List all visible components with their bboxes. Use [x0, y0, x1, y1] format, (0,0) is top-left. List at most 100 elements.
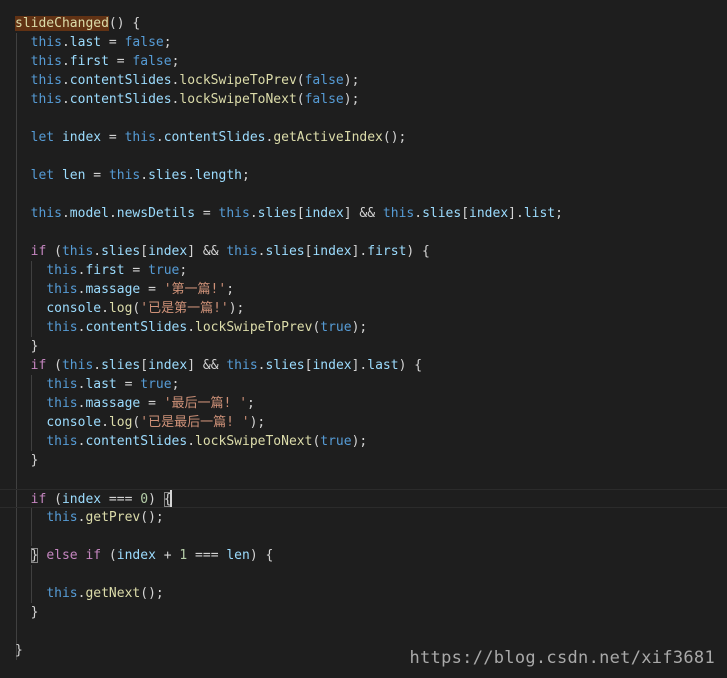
token-var: index: [61, 130, 102, 145]
code-line[interactable]: [0, 470, 727, 489]
token-var: first: [85, 263, 125, 278]
token-pun: ].: [351, 358, 368, 373]
code-line[interactable]: this.first = true;: [0, 261, 727, 280]
token-var: console: [46, 415, 102, 430]
code-line[interactable]: let index = this.contentSlides.getActive…: [0, 128, 727, 147]
code-editor[interactable]: slideChanged() { this.last = false; this…: [0, 0, 727, 678]
code-line[interactable]: [0, 185, 727, 204]
token-pun: ;: [171, 54, 180, 69]
token-pun: }: [30, 605, 39, 620]
code-line[interactable]: this.model.newsDetils = this.slies[index…: [0, 204, 727, 223]
token-pun: (: [296, 92, 305, 107]
token-var: massage: [85, 396, 141, 411]
token-kw: this: [46, 434, 78, 449]
token-pun: ===: [187, 548, 227, 563]
token-pun: .: [155, 130, 164, 145]
code-line[interactable]: }: [0, 337, 727, 356]
code-line[interactable]: [0, 565, 727, 584]
code-line[interactable]: [0, 147, 727, 166]
token-pun: .: [257, 358, 266, 373]
token-var: index: [469, 206, 509, 221]
token-pun: (: [46, 492, 62, 507]
code-line[interactable]: this.contentSlides.lockSwipeToNext(true)…: [0, 432, 727, 451]
token-pun: );: [351, 434, 368, 449]
token-fn: getNext: [85, 586, 141, 601]
token-pun: ();: [140, 586, 164, 601]
code-line[interactable]: }: [0, 603, 727, 622]
code-line[interactable]: [0, 223, 727, 242]
token-pun: .: [108, 206, 117, 221]
code-line[interactable]: console.log('已是第一篇!');: [0, 299, 727, 318]
token-fn: log: [108, 415, 133, 430]
token-pun: ) {: [249, 548, 274, 563]
token-var: index: [312, 244, 352, 259]
token-pun: .: [257, 244, 266, 259]
code-line[interactable]: this.getNext();: [0, 584, 727, 603]
code-line[interactable]: this.contentSlides.lockSwipeToPrev(true)…: [0, 318, 727, 337]
code-line[interactable]: [0, 527, 727, 546]
token-var: list: [523, 206, 556, 221]
token-pun: }: [15, 643, 23, 658]
token-pun: [54, 168, 62, 183]
token-kw: this: [46, 510, 78, 525]
token-var: last: [367, 358, 399, 373]
token-pun: ;: [179, 263, 188, 278]
code-line[interactable]: this.massage = '最后一篇! ';: [0, 394, 727, 413]
token-fn: slideChanged: [15, 16, 109, 31]
code-line[interactable]: this.getPrev();: [0, 508, 727, 527]
token-ctl: if: [30, 244, 47, 259]
code-line[interactable]: }: [0, 451, 727, 470]
code-line[interactable]: if (this.slies[index] && this.slies[inde…: [0, 242, 727, 261]
code-line[interactable]: this.first = false;: [0, 52, 727, 71]
code-line[interactable]: this.massage = '第一篇!';: [0, 280, 727, 299]
token-pun: +: [155, 548, 180, 563]
code-line[interactable]: if (this.slies[index] && this.slies[inde…: [0, 356, 727, 375]
token-kw: this: [30, 92, 62, 107]
code-line[interactable]: [0, 622, 727, 641]
token-pun: );: [228, 301, 245, 316]
code-line[interactable]: [0, 109, 727, 128]
token-pun: );: [249, 415, 266, 430]
token-var: console: [46, 301, 102, 316]
token-var: len: [61, 168, 86, 183]
code-line[interactable]: this.last = false;: [0, 33, 727, 52]
token-var: slies: [101, 244, 141, 259]
token-kw: true: [320, 434, 352, 449]
code-line[interactable]: } else if (index + 1 === len) {: [0, 546, 727, 565]
token-pun: .: [61, 54, 70, 69]
code-line-current[interactable]: if (index === 0) {: [0, 489, 727, 508]
token-ctl: if: [30, 492, 47, 507]
code-line[interactable]: slideChanged() {: [0, 14, 727, 33]
code-line[interactable]: this.last = true;: [0, 375, 727, 394]
token-var: index: [312, 358, 352, 373]
token-var: slies: [148, 168, 188, 183]
token-var: index: [304, 206, 344, 221]
token-pun: [: [461, 206, 470, 221]
token-kw: this: [46, 263, 78, 278]
code-line[interactable]: console.log('已是最后一篇! ');: [0, 413, 727, 432]
token-kw: this: [382, 206, 415, 221]
token-var: index: [148, 358, 188, 373]
watermark: https://blog.csdn.net/xif3681: [409, 648, 715, 668]
token-pun: ;: [242, 168, 250, 183]
token-var: first: [69, 54, 109, 69]
token-kw: this: [108, 168, 141, 183]
token-pun: =: [195, 206, 219, 221]
token-fn: lockSwipeToPrev: [179, 73, 297, 88]
token-fn: log: [108, 301, 133, 316]
token-var: newsDetils: [116, 206, 196, 221]
code-line[interactable]: this.contentSlides.lockSwipeToPrev(false…: [0, 71, 727, 90]
text-cursor: [170, 490, 172, 507]
token-kw: true: [320, 320, 352, 335]
code-line[interactable]: let len = this.slies.length;: [0, 166, 727, 185]
token-pun: .: [61, 35, 70, 50]
code-line[interactable]: this.contentSlides.lockSwipeToNext(false…: [0, 90, 727, 109]
